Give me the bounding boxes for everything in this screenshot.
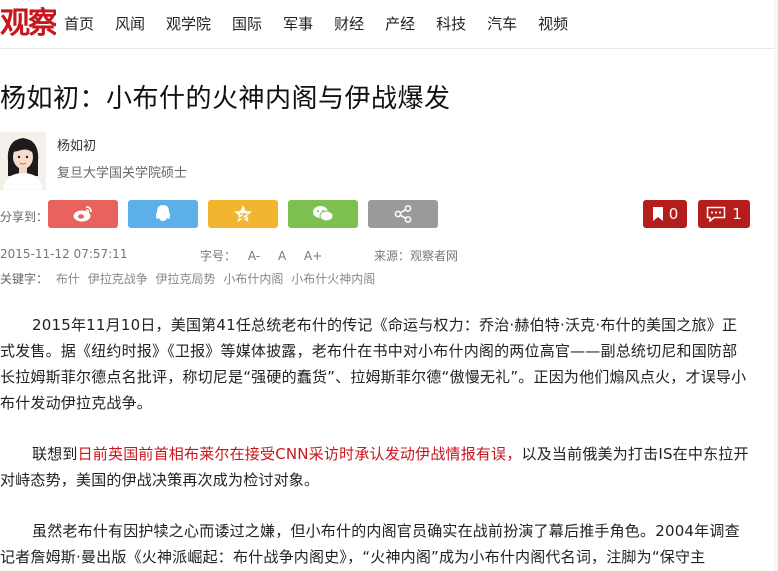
nav-item-tech[interactable]: 科技 bbox=[436, 13, 466, 35]
keyword-link[interactable]: 小布什火神内阁 bbox=[291, 272, 375, 286]
nav-item-video[interactable]: 视频 bbox=[538, 13, 568, 35]
weibo-icon bbox=[73, 206, 92, 222]
bookmark-count: 0 bbox=[668, 205, 679, 223]
share-wechat-button[interactable] bbox=[288, 200, 358, 228]
author-title: 复旦大学国关学院硕士 bbox=[57, 166, 188, 181]
bookmark-icon bbox=[652, 207, 663, 221]
paragraph-text: 联想到 bbox=[32, 445, 78, 463]
comment-count: 1 bbox=[732, 205, 742, 223]
font-size-large-button[interactable]: A+ bbox=[304, 249, 322, 263]
qzone-icon bbox=[234, 205, 252, 222]
author-photo bbox=[0, 132, 46, 190]
source-label: 来源： bbox=[374, 249, 411, 263]
nav-item-auto[interactable]: 汽车 bbox=[487, 13, 517, 35]
main-nav: 首页 风闻 观学院 国际 军事 财经 产经 科技 汽车 视频 bbox=[64, 13, 589, 35]
share-qq-button[interactable] bbox=[128, 200, 198, 228]
wechat-icon bbox=[313, 206, 334, 222]
nav-item-finance[interactable]: 财经 bbox=[334, 13, 364, 35]
font-size-normal-button[interactable]: A bbox=[278, 249, 286, 263]
share-label: 分享到： bbox=[0, 210, 49, 224]
author-avatar[interactable] bbox=[0, 132, 46, 190]
comment-button[interactable]: 1 bbox=[698, 200, 750, 228]
publish-time: 2015-11-12 07:57:11 bbox=[0, 247, 128, 261]
share-weibo-button[interactable] bbox=[48, 200, 118, 228]
author-name[interactable]: 杨如初 bbox=[57, 135, 96, 154]
nav-item-international[interactable]: 国际 bbox=[232, 13, 262, 35]
site-logo[interactable]: 观察 bbox=[0, 4, 56, 44]
related-article-link[interactable]: 日前英国前首相布莱尔在接受CNN采访时承认发动伊战情报有误， bbox=[78, 445, 522, 463]
nav-item-home[interactable]: 首页 bbox=[64, 13, 94, 35]
article-paragraph: 联想到日前英国前首相布莱尔在接受CNN采访时承认发动伊战情报有误，以及当前俄美为… bbox=[0, 441, 752, 493]
nav-item-fengwen[interactable]: 风闻 bbox=[115, 13, 145, 35]
keyword-link[interactable]: 伊拉克战争 bbox=[88, 272, 148, 286]
article-title: 杨如初：小布什的火神内阁与伊战爆发 bbox=[0, 84, 451, 114]
nav-item-guanxueyuan[interactable]: 观学院 bbox=[166, 13, 211, 35]
keyword-link[interactable]: 布什 bbox=[56, 272, 80, 286]
keywords-label: 关键字： bbox=[0, 272, 49, 286]
font-size-small-button[interactable]: A- bbox=[248, 249, 260, 263]
share-more-icon bbox=[394, 205, 412, 223]
keyword-link[interactable]: 伊拉克局势 bbox=[156, 272, 216, 286]
article-paragraph: 虽然老布什有因护犊之心而诿过之嫌，但小布什的内阁官员确实在战前扮演了幕后推手角色… bbox=[0, 522, 740, 566]
font-size-label: 字号： bbox=[200, 249, 237, 263]
keyword-link[interactable]: 小布什内阁 bbox=[223, 272, 283, 286]
header-divider bbox=[0, 48, 778, 49]
nav-item-military[interactable]: 军事 bbox=[283, 13, 313, 35]
share-more-button[interactable] bbox=[368, 200, 438, 228]
scrollbar[interactable] bbox=[774, 0, 778, 571]
source-value[interactable]: 观察者网 bbox=[410, 249, 458, 263]
nav-item-industry[interactable]: 产经 bbox=[385, 13, 415, 35]
font-size-control: 字号： A- A A+ bbox=[200, 247, 330, 264]
article-paragraph: 2015年11月10日，美国第41任总统老布什的传记《命运与权力：乔治·赫伯特·… bbox=[0, 316, 747, 412]
qq-icon bbox=[156, 205, 170, 221]
article-source: 来源：观察者网 bbox=[374, 247, 466, 264]
comment-icon bbox=[706, 206, 726, 222]
bookmark-button[interactable]: 0 bbox=[643, 200, 687, 228]
keywords-row: 关键字： 布什 伊拉克战争 伊拉克局势 小布什内阁 小布什火神内阁 bbox=[0, 270, 375, 287]
share-qzone-button[interactable] bbox=[208, 200, 278, 228]
